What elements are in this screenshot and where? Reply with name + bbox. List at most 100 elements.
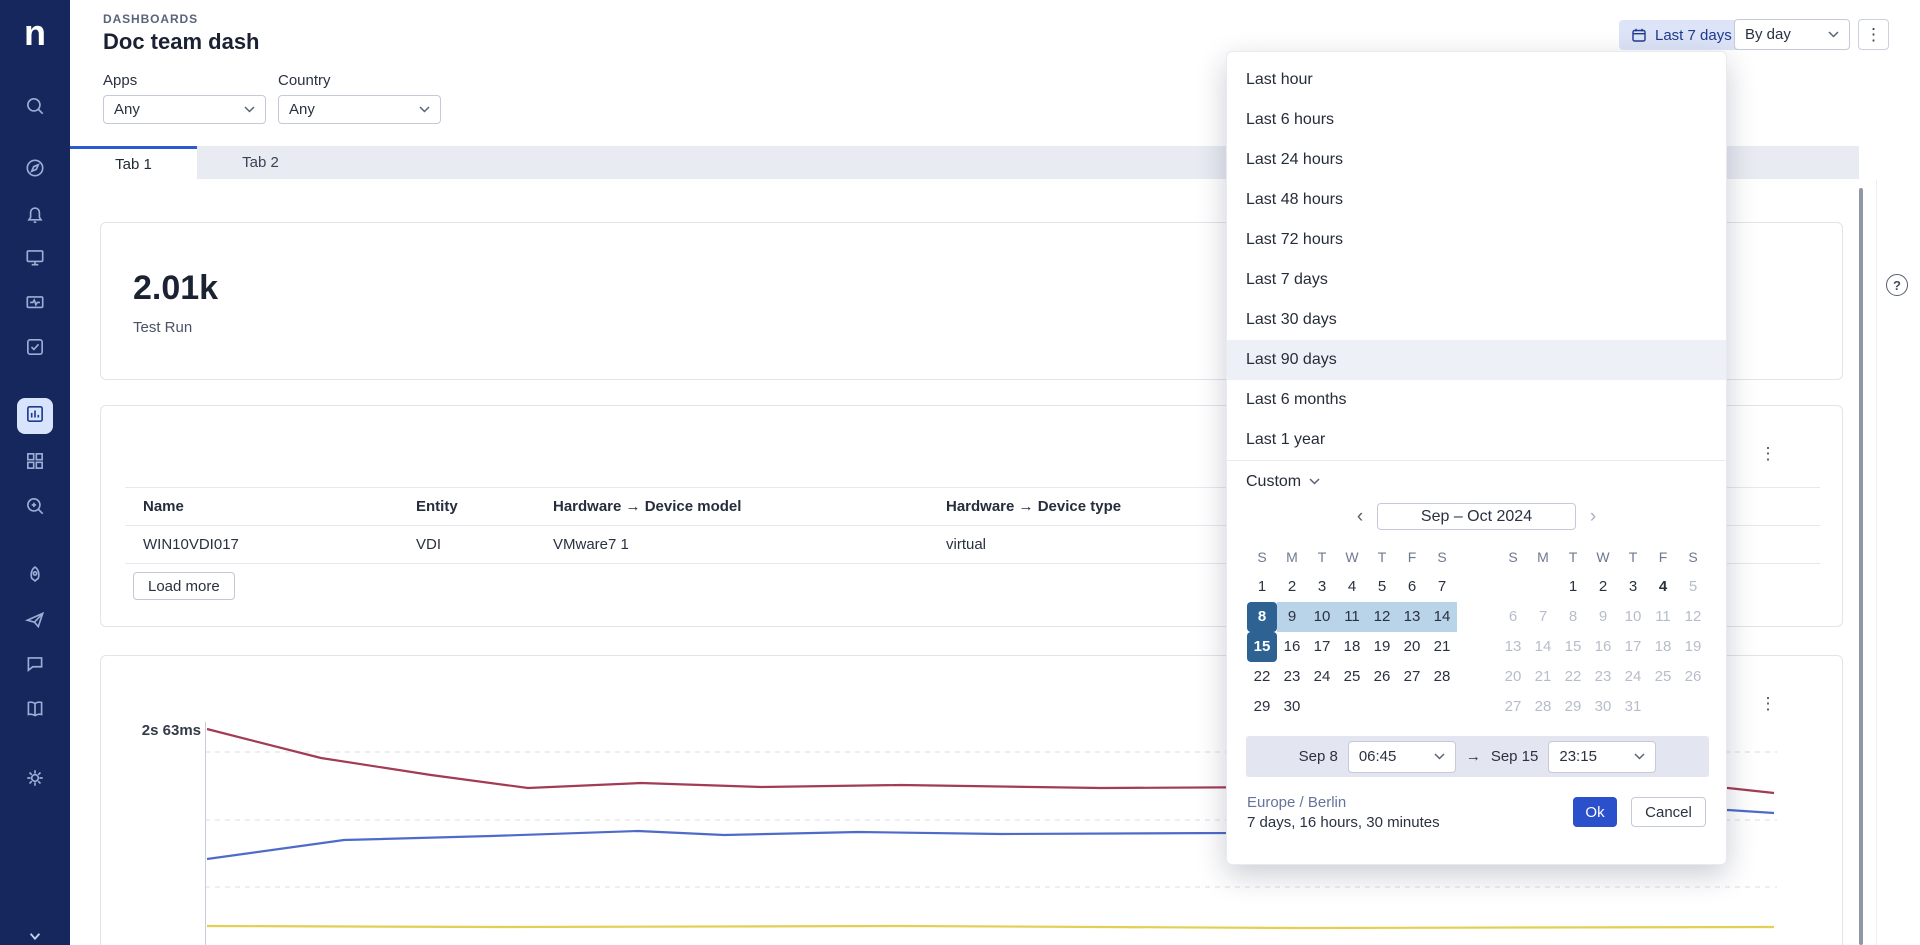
calendar-day[interactable]: 16 <box>1277 632 1307 662</box>
custom-label: Custom <box>1246 473 1301 491</box>
kebab-icon: ⋮ <box>1865 25 1882 45</box>
calendar-day[interactable]: 17 <box>1307 632 1337 662</box>
sidebar-item-sessions[interactable] <box>24 292 46 314</box>
load-more-button[interactable]: Load more <box>133 572 235 600</box>
calendar-day[interactable]: 23 <box>1277 662 1307 692</box>
calendar-day[interactable]: 26 <box>1367 662 1397 692</box>
calendar-day[interactable]: 8 <box>1247 602 1277 632</box>
custom-range-toggle[interactable]: Custom <box>1227 460 1726 502</box>
calendar-day-header: S <box>1678 542 1708 572</box>
sidebar: n <box>0 0 70 945</box>
cancel-button[interactable]: Cancel <box>1631 797 1706 827</box>
calendar-month-october: SMTWTFS123456789101112131415161718192021… <box>1498 542 1708 722</box>
preset-last-hour[interactable]: Last hour <box>1227 60 1726 100</box>
end-time-select[interactable]: 23:15 <box>1548 741 1656 773</box>
calendar-day[interactable]: 3 <box>1618 572 1648 602</box>
sidebar-item-investigations[interactable] <box>24 495 46 517</box>
calendar-day[interactable]: 22 <box>1247 662 1277 692</box>
calendar-day: 31 <box>1618 692 1648 722</box>
sidebar-item-search[interactable] <box>24 95 46 117</box>
vertical-scrollbar[interactable] <box>1859 188 1863 945</box>
calendar-day[interactable]: 12 <box>1367 602 1397 632</box>
ok-button[interactable]: Ok <box>1573 797 1617 827</box>
calendar-empty-cell <box>1397 692 1427 722</box>
preset-last-90-days[interactable]: Last 90 days <box>1227 340 1726 380</box>
month-range-label[interactable]: Sep – Oct 2024 <box>1377 503 1576 530</box>
sidebar-item-settings[interactable] <box>24 767 46 789</box>
sidebar-item-library[interactable] <box>24 450 46 472</box>
calendar-day[interactable]: 19 <box>1367 632 1397 662</box>
granularity-value: By day <box>1745 26 1791 43</box>
sidebar-item-devices[interactable] <box>24 246 46 268</box>
calendar-day[interactable]: 25 <box>1337 662 1367 692</box>
chart-card-menu-button[interactable]: ⋮ <box>1756 692 1780 716</box>
calendar-day[interactable]: 7 <box>1427 572 1457 602</box>
sidebar-item-explore[interactable] <box>24 157 46 179</box>
calendar-empty-cell <box>1307 692 1337 722</box>
granularity-select[interactable]: By day <box>1734 19 1850 50</box>
sidebar-item-launch[interactable] <box>24 564 46 586</box>
sidebar-collapse-button[interactable] <box>24 925 46 945</box>
preset-last-6-hours[interactable]: Last 6 hours <box>1227 100 1726 140</box>
sidebar-item-docs[interactable] <box>24 698 46 720</box>
start-time-select[interactable]: 06:45 <box>1348 741 1456 773</box>
calendar-day: 14 <box>1528 632 1558 662</box>
sidebar-item-tasks[interactable] <box>24 336 46 358</box>
calendar-day[interactable]: 2 <box>1588 572 1618 602</box>
preset-last-6-months[interactable]: Last 6 months <box>1227 380 1726 420</box>
calendar-day: 20 <box>1498 662 1528 692</box>
calendar-day[interactable]: 27 <box>1397 662 1427 692</box>
calendar-day[interactable]: 18 <box>1337 632 1367 662</box>
sidebar-item-campaigns[interactable] <box>24 609 46 631</box>
help-button[interactable]: ? <box>1886 274 1908 296</box>
calendar-day[interactable]: 14 <box>1427 602 1457 632</box>
table-card-menu-button[interactable]: ⋮ <box>1756 442 1780 466</box>
calendar-empty-cell <box>1367 692 1397 722</box>
preset-last-30-days[interactable]: Last 30 days <box>1227 300 1726 340</box>
calendar-day[interactable]: 15 <box>1247 632 1277 662</box>
sidebar-item-dashboards[interactable] <box>17 398 53 434</box>
calendar-day[interactable]: 29 <box>1247 692 1277 722</box>
calendar-day[interactable]: 4 <box>1337 572 1367 602</box>
calendar-day[interactable]: 5 <box>1367 572 1397 602</box>
calendar-day[interactable]: 11 <box>1337 602 1367 632</box>
next-month-button[interactable]: › <box>1580 504 1606 530</box>
calendar-day[interactable]: 28 <box>1427 662 1457 692</box>
dashboard-menu-button[interactable]: ⋮ <box>1858 19 1889 50</box>
chevron-down-icon <box>419 106 430 113</box>
time-range-button[interactable]: Last 7 days <box>1619 20 1744 50</box>
calendar-day[interactable]: 30 <box>1277 692 1307 722</box>
column-header: Name <box>143 498 416 515</box>
calendar-day[interactable]: 10 <box>1307 602 1337 632</box>
calendar-day[interactable]: 1 <box>1558 572 1588 602</box>
calendar-day[interactable]: 2 <box>1277 572 1307 602</box>
calendar-day[interactable]: 6 <box>1397 572 1427 602</box>
calendar-day[interactable]: 20 <box>1397 632 1427 662</box>
calendar-day[interactable]: 21 <box>1427 632 1457 662</box>
prev-month-button[interactable]: ‹ <box>1347 504 1373 530</box>
preset-last-24-hours[interactable]: Last 24 hours <box>1227 140 1726 180</box>
preset-last-1-year[interactable]: Last 1 year <box>1227 420 1726 460</box>
sidebar-item-alerts[interactable] <box>24 202 46 224</box>
calendar-day[interactable]: 9 <box>1277 602 1307 632</box>
sidebar-item-engage[interactable] <box>24 653 46 675</box>
kebab-icon: ⋮ <box>1760 444 1777 464</box>
tab-1[interactable]: Tab 1 <box>70 146 197 179</box>
tab-2[interactable]: Tab 2 <box>197 146 324 179</box>
calendar-day: 21 <box>1528 662 1558 692</box>
kpi-value: 2.01k <box>133 269 218 308</box>
calendar-day[interactable]: 3 <box>1307 572 1337 602</box>
preset-last-48-hours[interactable]: Last 48 hours <box>1227 180 1726 220</box>
country-filter-select[interactable]: Any <box>278 95 441 124</box>
calendar-day[interactable]: 24 <box>1307 662 1337 692</box>
apps-filter-select[interactable]: Any <box>103 95 266 124</box>
calendar-day-header: T <box>1307 542 1337 572</box>
calendar-day[interactable]: 13 <box>1397 602 1427 632</box>
preset-last-7-days[interactable]: Last 7 days <box>1227 260 1726 300</box>
column-header: Hardware → Device model <box>553 498 946 515</box>
calendar-day[interactable]: 1 <box>1247 572 1277 602</box>
y-axis-tick-label: 2s 63ms <box>111 722 201 739</box>
calendar-empty-cell <box>1678 692 1708 722</box>
preset-last-72-hours[interactable]: Last 72 hours <box>1227 220 1726 260</box>
calendar-day[interactable]: 4 <box>1648 572 1678 602</box>
